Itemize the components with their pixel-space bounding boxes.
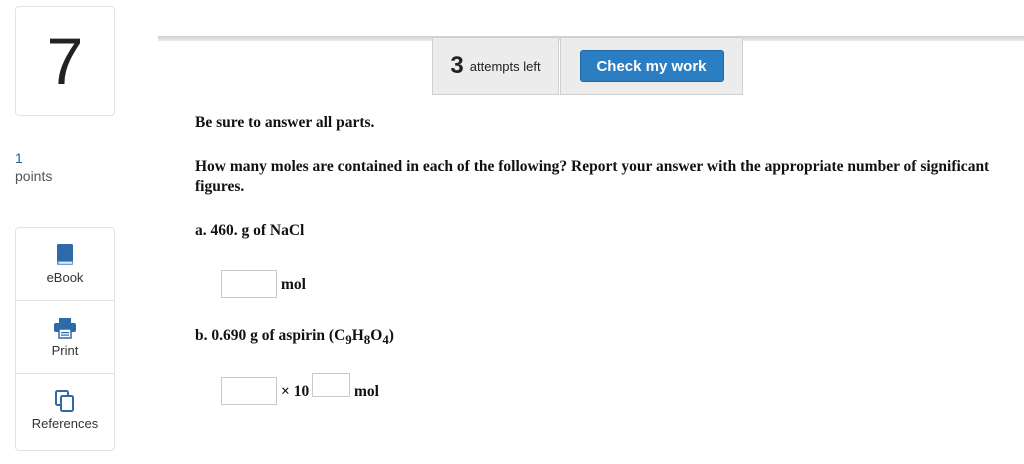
tools-panel: eBook Print References bbox=[15, 227, 115, 451]
part-b-exponent-input[interactable] bbox=[312, 373, 350, 397]
part-b-unit: mol bbox=[354, 383, 379, 400]
print-button[interactable]: Print bbox=[16, 301, 114, 374]
part-b-prefix: b. 0.690 g of aspirin (C bbox=[195, 327, 346, 344]
part-b-label: b. 0.690 g of aspirin (C9H8O4) bbox=[195, 327, 394, 348]
formula-o: O bbox=[370, 327, 383, 344]
references-button[interactable]: References bbox=[16, 374, 114, 447]
printer-icon bbox=[53, 315, 77, 341]
question-number-card: 7 bbox=[15, 6, 115, 116]
attempts-label: attempts left bbox=[469, 58, 541, 74]
points-label: points bbox=[15, 168, 53, 184]
print-label: Print bbox=[51, 343, 79, 358]
attempts-number: 3 bbox=[450, 52, 464, 79]
question-number: 7 bbox=[46, 24, 84, 98]
points-value: 1 bbox=[15, 150, 23, 166]
check-work-container: Check my work bbox=[560, 37, 743, 95]
references-label: References bbox=[31, 416, 99, 431]
part-b-suffix: ) bbox=[388, 327, 394, 344]
formula-h: H bbox=[351, 327, 364, 344]
question-text: How many moles are contained in each of … bbox=[195, 158, 990, 195]
part-a-label: a. 460. g of NaCl bbox=[195, 222, 305, 239]
book-icon bbox=[55, 242, 75, 268]
part-a-unit: mol bbox=[281, 276, 306, 293]
check-my-work-button[interactable]: Check my work bbox=[579, 50, 724, 82]
ebook-button[interactable]: eBook bbox=[16, 228, 114, 301]
attempts-indicator: 3 attempts left bbox=[432, 37, 559, 95]
part-b-coefficient-input[interactable] bbox=[221, 377, 277, 405]
ebook-label: eBook bbox=[46, 270, 84, 285]
copy-icon bbox=[54, 388, 76, 414]
instruction-text: Be sure to answer all parts. bbox=[195, 114, 375, 131]
points-info: 1 points bbox=[15, 149, 52, 185]
part-a-answer-input[interactable] bbox=[221, 270, 277, 298]
times-ten-label: × 10 bbox=[281, 383, 310, 400]
